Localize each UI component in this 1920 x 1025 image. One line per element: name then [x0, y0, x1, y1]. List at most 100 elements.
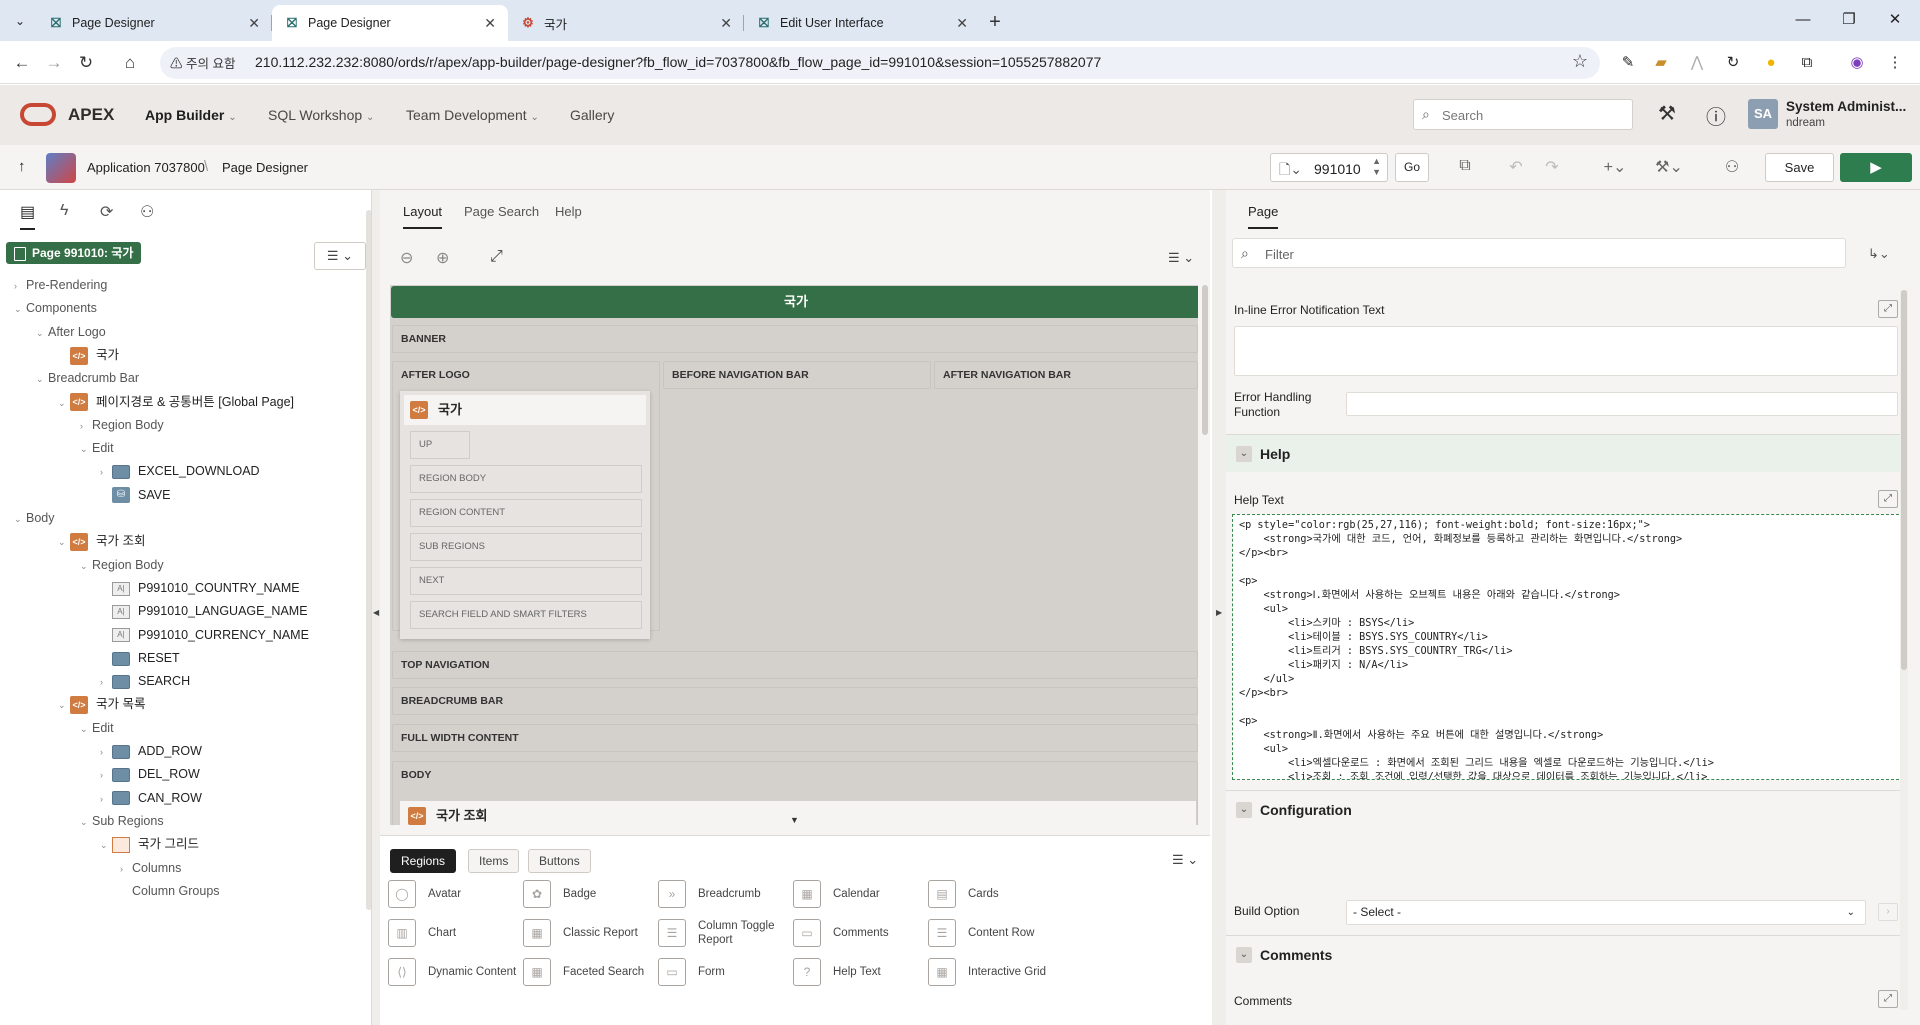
tree-menu-button[interactable]: ☰ ⌄ — [314, 242, 366, 270]
build-option-select[interactable]: - Select - ⌄ — [1346, 900, 1866, 925]
gallery-item[interactable]: ▭ Form — [658, 954, 788, 990]
gallery-tab-buttons[interactable]: Buttons — [528, 849, 591, 873]
region-slot-next[interactable]: NEXT — [410, 567, 642, 595]
user-name[interactable]: System Administ... — [1786, 99, 1906, 114]
help-section-header[interactable]: ⌄ Help — [1226, 434, 1906, 472]
zoom-in-icon[interactable]: ⊕ — [436, 248, 449, 268]
gallery-item[interactable]: ◯ Avatar — [388, 876, 518, 912]
gallery-item[interactable]: ▤ Cards — [928, 876, 1058, 912]
extensions-puzzle-icon[interactable]: ⧉ — [1796, 52, 1818, 74]
gallery-item[interactable]: ⟨⟩ Dynamic Content — [388, 954, 518, 990]
chevron-down-icon[interactable]: ⌄ — [58, 531, 70, 553]
tab-page-search[interactable]: Page Search — [464, 204, 539, 219]
collapse-right-icon[interactable]: ▶ — [1216, 608, 1222, 617]
rendering-tab-icon[interactable]: ▤ — [20, 202, 36, 230]
up-arrow-icon[interactable]: ↑ — [18, 158, 26, 175]
chevron-down-icon[interactable]: ⌄ — [80, 438, 92, 460]
utilities-menu-icon[interactable]: ⚒⌄ — [1652, 157, 1686, 177]
avatar[interactable]: SA — [1748, 99, 1778, 129]
oracle-logo-icon[interactable] — [20, 103, 56, 126]
tree-node[interactable]: › Columns — [120, 857, 181, 879]
tree-node[interactable]: ⌄ Body — [14, 507, 55, 529]
gallery-item[interactable]: ▦ Classic Report — [523, 915, 653, 951]
chevron-right-icon[interactable]: › — [100, 741, 112, 763]
tree-node[interactable]: ⌄ Sub Regions — [80, 810, 164, 832]
tree-node[interactable]: › Pre-Rendering — [14, 274, 107, 296]
home-icon[interactable]: ⌂ — [118, 51, 142, 75]
shared-components-tab-icon[interactable]: ⚇ — [140, 202, 154, 222]
browser-menu-icon[interactable]: ⋮ — [1884, 52, 1906, 74]
tree-node[interactable]: ⌄ After Logo — [36, 321, 106, 343]
chevron-right-icon[interactable]: › — [100, 764, 112, 786]
slot-before-navigation-bar[interactable]: BEFORE NAVIGATION BAR — [663, 361, 931, 389]
slot-top-navigation[interactable]: TOP NAVIGATION — [392, 651, 1198, 679]
nav-gallery[interactable]: Gallery — [570, 107, 614, 123]
tree-node[interactable]: ⌄ 국가 그리드 — [100, 833, 199, 855]
page-spinner-icon[interactable]: ▲ ▼ — [1372, 156, 1381, 178]
chevron-down-icon[interactable]: ⌄ — [58, 694, 70, 716]
chevron-right-icon[interactable]: › — [120, 858, 132, 880]
search-input[interactable]: ⌕ Search — [1413, 99, 1633, 130]
go-button[interactable]: Go — [1395, 153, 1429, 182]
create-menu-icon[interactable]: +⌄ — [1598, 157, 1632, 177]
right-splitter[interactable]: ▶ — [1212, 190, 1226, 1025]
left-splitter[interactable]: ◀ — [372, 190, 380, 1025]
inline-error-textarea[interactable] — [1234, 326, 1898, 376]
error-handling-field[interactable] — [1346, 392, 1898, 416]
comments-section-header[interactable]: ⌄ Comments — [1226, 935, 1906, 973]
url-text[interactable]: 210.112.232.232:8080/ords/r/apex/app-bui… — [255, 54, 1101, 70]
tree-node[interactable]: ⌄ </> 페이지경로 & 공통버튼 [Global Page] — [58, 391, 294, 413]
close-tab-icon[interactable]: ✕ — [720, 15, 732, 32]
tree-node[interactable]: ⌄ </> 국가 조회 — [58, 530, 145, 552]
region-slot-up[interactable]: UP — [410, 431, 470, 459]
region-slot-region-body[interactable]: REGION BODY — [410, 465, 642, 493]
layout-menu-icon[interactable]: ☰ ⌄ — [1168, 250, 1194, 266]
new-tab-button[interactable]: + — [980, 5, 1010, 41]
tree-node[interactable]: › CAN_ROW — [100, 787, 202, 809]
chevron-down-icon[interactable]: ⌄ — [14, 298, 26, 320]
tree-node[interactable]: ⌄ </> 국가 목록 — [58, 693, 145, 715]
administration-icon[interactable]: ⚒ — [1653, 101, 1681, 126]
tree-node[interactable]: › EXCEL_DOWNLOAD — [100, 460, 260, 482]
redo-icon[interactable]: ↷ — [1540, 157, 1564, 177]
close-window-icon[interactable]: ✕ — [1872, 0, 1918, 40]
tree-node[interactable]: ⛁ SAVE — [100, 484, 170, 506]
collapse-icon[interactable]: ⌄ — [1236, 947, 1252, 963]
zoom-out-icon[interactable]: ⊖ — [400, 248, 413, 268]
slot-banner[interactable]: BANNER — [392, 325, 1198, 353]
security-warning[interactable]: ⚠ 주의 요함 — [170, 53, 235, 72]
configuration-section-header[interactable]: ⌄ Configuration — [1226, 790, 1906, 828]
property-scrollbar[interactable] — [1900, 290, 1908, 1010]
tab-page[interactable]: Page — [1248, 204, 1279, 229]
refresh-extension-icon[interactable]: ↻ — [1722, 52, 1744, 74]
page-node-badge[interactable]: Page 991010: 국가 — [6, 242, 142, 264]
nav-app-builder[interactable]: App Builder ⌄ — [145, 107, 237, 123]
run-page-button[interactable]: ▶ — [1840, 153, 1912, 182]
chevron-right-icon[interactable]: › — [100, 671, 112, 693]
page-icon[interactable]: 🗋⌄ — [1279, 159, 1302, 183]
tree-node[interactable]: ⌄ Breadcrumb Bar — [36, 367, 139, 389]
gallery-item[interactable]: » Breadcrumb — [658, 876, 788, 912]
extension-icon[interactable]: ▰ — [1650, 52, 1672, 74]
slot-full-width-content[interactable]: FULL WIDTH CONTENT — [392, 724, 1198, 752]
tree-node[interactable]: RESET — [100, 647, 180, 669]
bookmark-star-icon[interactable]: ☆ — [1572, 51, 1588, 72]
gallery-item[interactable]: ▦ Interactive Grid — [928, 954, 1058, 990]
help-text-editor[interactable]: <p style="color:rgb(25,27,116); font-wei… — [1232, 514, 1904, 780]
expand-editor-icon[interactable]: ⤢ — [1878, 300, 1898, 318]
gallery-tab-regions[interactable]: Regions — [390, 849, 457, 873]
chevron-down-icon[interactable]: ⌄ — [36, 368, 48, 390]
dynamic-actions-tab-icon[interactable]: ϟ — [60, 202, 68, 220]
collapse-icon[interactable]: ⌄ — [1236, 446, 1252, 462]
tree-node[interactable]: ⌄ Edit — [80, 717, 114, 739]
tab-layout[interactable]: Layout — [403, 204, 443, 229]
chevron-down-icon[interactable]: ⌄ — [80, 718, 92, 740]
chevron-right-icon[interactable]: › — [80, 415, 92, 437]
layout-canvas[interactable]: 국가 BANNER AFTER LOGO BEFORE NAVIGATION B… — [390, 285, 1198, 825]
close-tab-icon[interactable]: ✕ — [248, 15, 260, 32]
close-tab-icon[interactable]: ✕ — [484, 15, 496, 32]
gallery-item[interactable]: ☰ Content Row — [928, 915, 1058, 951]
gallery-item[interactable]: ▦ Faceted Search — [523, 954, 653, 990]
region-slot-region-content[interactable]: REGION CONTENT — [410, 499, 642, 527]
forward-icon[interactable]: → — [42, 51, 66, 75]
